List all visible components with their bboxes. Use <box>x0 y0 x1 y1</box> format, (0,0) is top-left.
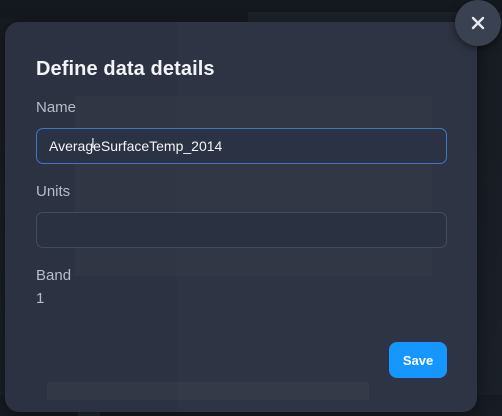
units-label: Units <box>36 183 71 200</box>
dialog-shade-block <box>75 96 432 276</box>
band-label: Band <box>36 267 72 284</box>
define-data-dialog: Define data details Name I Units Band 1 … <box>5 22 477 412</box>
band-value: 1 <box>36 290 45 307</box>
dialog-title: Define data details <box>36 58 215 80</box>
close-icon <box>471 16 485 30</box>
dialog-shade-strip <box>47 382 369 400</box>
units-field[interactable] <box>36 212 447 248</box>
name-field[interactable] <box>36 128 447 164</box>
close-button[interactable] <box>455 0 501 46</box>
name-label: Name <box>36 99 77 116</box>
save-button[interactable]: Save <box>389 342 447 378</box>
